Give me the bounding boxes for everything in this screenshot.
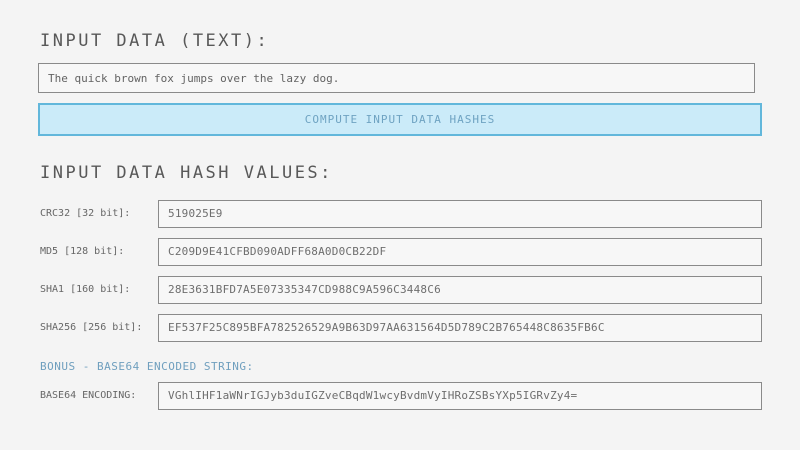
hash-row-md5: MD5 [128 bit]: C209D9E41CFBD090ADFF68A0D…: [0, 238, 800, 266]
sha1-value-box: 28E3631BFD7A5E07335347CD988C9A596C3448C6: [158, 276, 762, 304]
crc32-value-box: 519025E9: [158, 200, 762, 228]
hash-row-sha1: SHA1 [160 bit]: 28E3631BFD7A5E07335347CD…: [0, 276, 800, 304]
sha256-value-box: EF537F25C895BFA782526529A9B63D97AA631564…: [158, 314, 762, 342]
hash-row-crc32: CRC32 [32 bit]: 519025E9: [0, 200, 800, 228]
sha256-label: SHA256 [256 bit]:: [40, 314, 142, 342]
base64-value-box: VGhlIHF1aWNrIGJyb3duIGZveCBqdW1wcyBvdmVy…: [158, 382, 762, 410]
hash-row-base64: BASE64 ENCODING: VGhlIHF1aWNrIGJyb3duIGZ…: [0, 382, 800, 410]
input-data-text-field[interactable]: [38, 63, 755, 93]
md5-label: MD5 [128 bit]:: [40, 238, 124, 266]
hash-row-sha256: SHA256 [256 bit]: EF537F25C895BFA7825265…: [0, 314, 800, 342]
compute-hashes-button[interactable]: COMPUTE INPUT DATA HASHES: [38, 103, 762, 136]
sha1-label: SHA1 [160 bit]:: [40, 276, 130, 304]
hash-values-section-title: INPUT DATA HASH VALUES:: [40, 163, 333, 183]
input-data-section-title: INPUT DATA (TEXT):: [40, 31, 269, 51]
hash-demo-page: INPUT DATA (TEXT): COMPUTE INPUT DATA HA…: [0, 0, 800, 450]
crc32-label: CRC32 [32 bit]:: [40, 200, 130, 228]
base64-label: BASE64 ENCODING:: [40, 382, 136, 410]
bonus-base64-section-title: BONUS - BASE64 ENCODED STRING:: [40, 360, 254, 373]
md5-value-box: C209D9E41CFBD090ADFF68A0D0CB22DF: [158, 238, 762, 266]
